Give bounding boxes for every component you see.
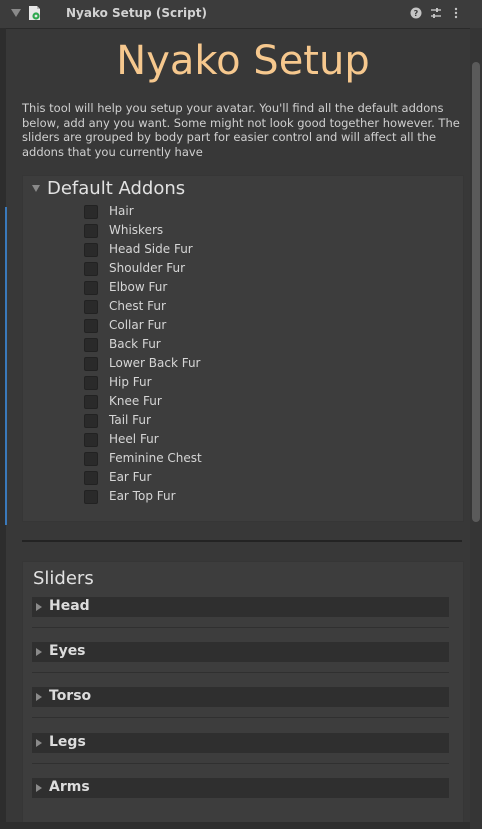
addon-checkbox[interactable] xyxy=(84,452,98,466)
default-addons-title[interactable]: Default Addons xyxy=(47,178,185,199)
description-text: This tool will help you setup your avata… xyxy=(22,101,460,159)
slider-group-foldout[interactable]: Torso xyxy=(32,687,449,707)
addon-checkbox[interactable] xyxy=(84,490,98,504)
slider-group-label: Arms xyxy=(49,779,90,795)
addon-label: Hair xyxy=(109,204,134,218)
preset-icon[interactable] xyxy=(429,6,443,20)
sliders-title: Sliders xyxy=(33,568,94,589)
addon-label: Heel Fur xyxy=(109,432,159,446)
addon-label: Tail Fur xyxy=(109,413,151,427)
foldout-separator xyxy=(32,627,449,628)
addon-checkbox[interactable] xyxy=(84,357,98,371)
foldout-collapsed-icon[interactable] xyxy=(36,693,42,701)
bottom-strip xyxy=(0,822,470,829)
foldout-separator xyxy=(32,763,449,764)
slider-group-foldout[interactable]: Head xyxy=(32,597,449,617)
help-icon[interactable]: ? xyxy=(409,6,423,20)
addon-checkbox[interactable] xyxy=(84,243,98,257)
addon-checkbox[interactable] xyxy=(84,471,98,485)
addon-label: Shoulder Fur xyxy=(109,261,186,275)
scrollbar-thumb[interactable] xyxy=(472,62,480,522)
script-icon xyxy=(29,6,40,20)
addon-checkbox[interactable] xyxy=(84,281,98,295)
addon-label: Ear Top Fur xyxy=(109,489,176,503)
addon-checkbox[interactable] xyxy=(84,300,98,314)
foldout-collapsed-icon[interactable] xyxy=(36,784,42,792)
collapse-arrow-icon[interactable] xyxy=(11,9,21,17)
foldout-collapsed-icon[interactable] xyxy=(36,603,42,611)
addon-label: Hip Fur xyxy=(109,375,152,389)
addon-label: Feminine Chest xyxy=(109,451,202,465)
addon-checkbox[interactable] xyxy=(84,205,98,219)
addon-label: Whiskers xyxy=(109,223,164,237)
slider-group-label: Eyes xyxy=(49,643,86,659)
foldout-separator xyxy=(32,717,449,718)
addon-checkbox[interactable] xyxy=(84,395,98,409)
slider-group-label: Head xyxy=(49,598,90,614)
foldout-separator xyxy=(32,672,449,673)
slider-group-foldout[interactable]: Legs xyxy=(32,733,449,753)
svg-text:?: ? xyxy=(414,9,419,18)
addon-checkbox[interactable] xyxy=(84,319,98,333)
addon-checkbox[interactable] xyxy=(84,262,98,276)
addon-checkbox[interactable] xyxy=(84,338,98,352)
kebab-menu-icon[interactable] xyxy=(449,6,463,20)
addon-label: Chest Fur xyxy=(109,299,166,313)
foldout-expanded-icon[interactable] xyxy=(32,185,40,192)
addon-label: Head Side Fur xyxy=(109,242,193,256)
foldout-collapsed-icon[interactable] xyxy=(36,739,42,747)
addon-label: Elbow Fur xyxy=(109,280,168,294)
selection-indicator xyxy=(5,207,7,525)
addon-checkbox[interactable] xyxy=(84,433,98,447)
addon-label: Back Fur xyxy=(109,337,161,351)
slider-group-foldout[interactable]: Eyes xyxy=(32,642,449,662)
component-title: Nyako Setup (Script) xyxy=(66,6,207,20)
addon-label: Lower Back Fur xyxy=(109,356,201,370)
slider-group-label: Torso xyxy=(49,688,92,704)
addon-checkbox[interactable] xyxy=(84,376,98,390)
inspector-component-header[interactable]: Nyako Setup (Script) ? xyxy=(0,0,482,29)
foldout-collapsed-icon[interactable] xyxy=(36,648,42,656)
section-divider xyxy=(22,540,462,542)
slider-group-label: Legs xyxy=(49,734,86,750)
addon-checkbox[interactable] xyxy=(84,414,98,428)
addon-label: Ear Fur xyxy=(109,470,152,484)
addon-label: Collar Fur xyxy=(109,318,167,332)
addon-checkbox[interactable] xyxy=(84,224,98,238)
addon-label: Knee Fur xyxy=(109,394,162,408)
slider-group-foldout[interactable]: Arms xyxy=(32,778,449,798)
page-title: Nyako Setup xyxy=(116,38,370,84)
